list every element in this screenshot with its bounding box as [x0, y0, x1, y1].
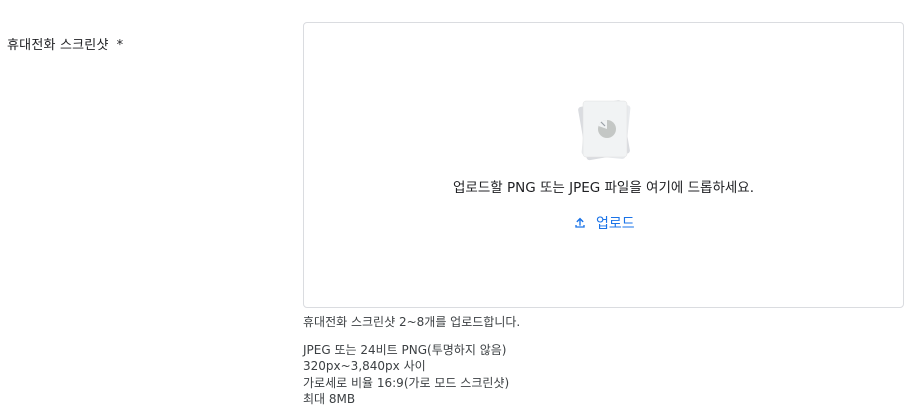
required-marker: *	[116, 38, 124, 53]
field-label-text: 휴대전화 스크린샷	[7, 38, 109, 53]
field-label: 휴대전화 스크린샷 *	[7, 34, 123, 53]
requirement-format: JPEG 또는 24비트 PNG(투명하지 않음)	[303, 343, 507, 357]
requirement-aspect-ratio: 가로세로 비율 16:9(가로 모드 스크린샷)	[303, 375, 510, 390]
screenshot-count-hint: 휴대전화 스크린샷 2~8개를 업로드합니다.	[303, 315, 521, 329]
requirement-dimensions: 320px~3,840px 사이	[303, 359, 426, 374]
upload-icon	[575, 217, 585, 228]
upload-button[interactable]: 업로드	[566, 211, 641, 235]
image-stack-placeholder-icon	[578, 100, 631, 161]
file-dropzone[interactable]: 업로드할 PNG 또는 JPEG 파일을 여기에 드롭하세요. 업로드	[303, 22, 904, 308]
drop-instruction-text: 업로드할 PNG 또는 JPEG 파일을 여기에 드롭하세요.	[453, 180, 754, 196]
requirement-max-size: 최대 8MB	[303, 391, 356, 406]
requirements-list: JPEG 또는 24비트 PNG(투명하지 않음) 320px~3,840px …	[303, 342, 509, 407]
screenshot-upload-section: 휴대전화 스크린샷 * 업로드할 PNG 또는 JPEG 파일을 여기에 드롭하세…	[0, 0, 923, 419]
upload-button-label: 업로드	[596, 216, 635, 232]
